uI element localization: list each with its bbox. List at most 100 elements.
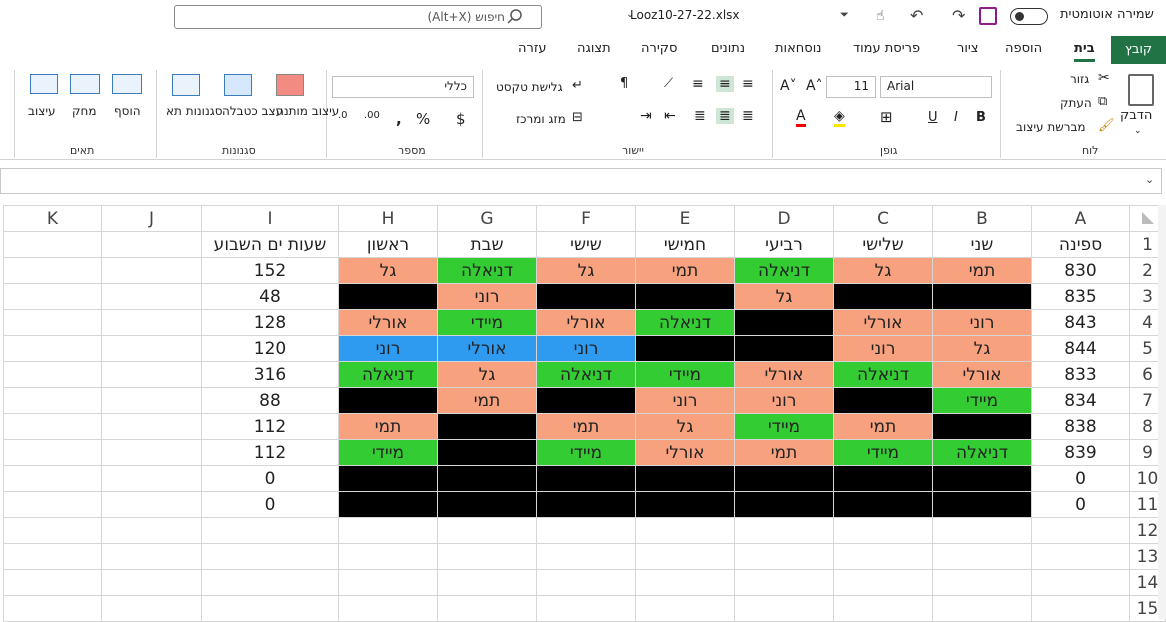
cell-b5[interactable]: גל xyxy=(932,335,1032,362)
paste-button[interactable]: הדבק xyxy=(1120,108,1152,123)
font-size-select[interactable]: 11 xyxy=(826,76,876,98)
cell-i4[interactable]: 128 xyxy=(201,309,339,336)
cell-e9[interactable]: אורלי xyxy=(635,439,735,466)
cell-h13[interactable] xyxy=(338,543,438,570)
cell-g13[interactable] xyxy=(437,543,537,570)
cell-b13[interactable] xyxy=(932,543,1032,570)
cell-j9[interactable] xyxy=(101,439,202,466)
align-center-icon[interactable]: ≣ xyxy=(716,108,734,124)
format-cells-icon[interactable] xyxy=(30,74,58,94)
cell-g14[interactable] xyxy=(437,569,537,596)
merge-icon[interactable]: ⊟ xyxy=(572,110,583,125)
cell-h6[interactable]: דניאלה xyxy=(338,361,438,388)
cell-a6[interactable]: 833 xyxy=(1031,361,1130,388)
increase-decimal-icon[interactable]: .00 xyxy=(364,110,380,121)
tab-file[interactable]: קובץ xyxy=(1111,36,1166,64)
merge-center-button[interactable]: מזג ומרכז xyxy=(516,112,566,126)
copy-icon[interactable]: ⧉ xyxy=(1098,94,1107,109)
number-format-select[interactable]: כללי xyxy=(332,76,474,98)
cell-a15[interactable] xyxy=(1031,595,1130,622)
cell-c11[interactable] xyxy=(833,491,933,518)
cell-f6[interactable]: דניאלה xyxy=(536,361,636,388)
formula-bar[interactable]: ⌄ xyxy=(0,168,1162,194)
cell-e11[interactable] xyxy=(635,491,735,518)
cell-k3[interactable] xyxy=(3,283,102,310)
tab-insert[interactable]: הוספה xyxy=(1005,41,1042,56)
cell-g5[interactable]: אורלי xyxy=(437,335,537,362)
tab-help[interactable]: עזרה xyxy=(518,41,546,56)
cell-e1[interactable]: חמישי xyxy=(635,231,735,258)
increase-font-icon[interactable]: A˄ xyxy=(806,78,823,94)
autosave-toggle[interactable] xyxy=(1010,8,1048,25)
cell-k4[interactable] xyxy=(3,309,102,336)
cell-g15[interactable] xyxy=(437,595,537,622)
paste-icon[interactable] xyxy=(1128,74,1154,106)
redo-icon[interactable]: ↷ xyxy=(952,6,965,25)
cell-b1[interactable]: שני xyxy=(932,231,1032,258)
cell-b14[interactable] xyxy=(932,569,1032,596)
text-direction-icon[interactable]: ¶ xyxy=(620,76,628,91)
cell-j1[interactable] xyxy=(101,231,202,258)
cell-e5[interactable] xyxy=(635,335,735,362)
cell-a10[interactable]: 0 xyxy=(1031,465,1130,492)
cell-g8[interactable] xyxy=(437,413,537,440)
cell-a2[interactable]: 830 xyxy=(1031,257,1130,284)
column-header-i[interactable]: I xyxy=(201,205,339,232)
insert-cells-button[interactable]: הוסף xyxy=(114,104,141,118)
cell-g6[interactable]: גל xyxy=(437,361,537,388)
cell-k9[interactable] xyxy=(3,439,102,466)
cell-e6[interactable]: מיידי xyxy=(635,361,735,388)
cell-i3[interactable]: 48 xyxy=(201,283,339,310)
tab-home[interactable]: בית xyxy=(1074,41,1095,62)
undo-icon[interactable]: ↶ xyxy=(910,6,923,25)
cell-h11[interactable] xyxy=(338,491,438,518)
expand-formula-icon[interactable]: ⌄ xyxy=(1145,173,1154,186)
align-left-icon[interactable]: ≣ xyxy=(694,108,706,124)
cell-c2[interactable]: גל xyxy=(833,257,933,284)
cell-d2[interactable]: דניאלה xyxy=(734,257,834,284)
cell-d1[interactable]: רביעי xyxy=(734,231,834,258)
cell-j6[interactable] xyxy=(101,361,202,388)
cell-g1[interactable]: שבת xyxy=(437,231,537,258)
cell-i6[interactable]: 316 xyxy=(201,361,339,388)
cell-c4[interactable]: אורלי xyxy=(833,309,933,336)
cell-j4[interactable] xyxy=(101,309,202,336)
underline-icon[interactable]: U xyxy=(928,110,938,125)
cell-f8[interactable]: תמי xyxy=(536,413,636,440)
cell-c14[interactable] xyxy=(833,569,933,596)
column-header-b[interactable]: B xyxy=(932,205,1032,232)
cut-button[interactable]: גזור xyxy=(1070,72,1089,86)
cell-j12[interactable] xyxy=(101,517,202,544)
outdent-icon[interactable]: ⇤ xyxy=(664,108,676,124)
cell-styles-button[interactable]: סגנונות תא xyxy=(166,104,223,118)
cell-d4[interactable] xyxy=(734,309,834,336)
cell-c12[interactable] xyxy=(833,517,933,544)
font-name-select[interactable]: Arial xyxy=(880,76,992,98)
cell-styles-icon[interactable] xyxy=(172,74,200,96)
cell-j3[interactable] xyxy=(101,283,202,310)
cell-g9[interactable] xyxy=(437,439,537,466)
cell-e7[interactable]: רוני xyxy=(635,387,735,414)
cell-i14[interactable] xyxy=(201,569,339,596)
cell-a1[interactable]: ספינה xyxy=(1031,231,1130,258)
cell-c8[interactable]: תמי xyxy=(833,413,933,440)
column-header-d[interactable]: D xyxy=(734,205,834,232)
cell-b2[interactable]: תמי xyxy=(932,257,1032,284)
cell-c13[interactable] xyxy=(833,543,933,570)
cell-c10[interactable] xyxy=(833,465,933,492)
indent-icon[interactable]: ⇥ xyxy=(640,108,652,124)
cell-k13[interactable] xyxy=(3,543,102,570)
cell-h3[interactable] xyxy=(338,283,438,310)
cell-f12[interactable] xyxy=(536,517,636,544)
wrap-text-icon[interactable]: ↵ xyxy=(572,78,583,93)
align-right-icon[interactable]: ≣ xyxy=(742,108,754,124)
cell-d10[interactable] xyxy=(734,465,834,492)
cell-e4[interactable]: דניאלה xyxy=(635,309,735,336)
column-header-c[interactable]: C xyxy=(833,205,933,232)
cell-g10[interactable] xyxy=(437,465,537,492)
cell-a14[interactable] xyxy=(1031,569,1130,596)
cell-h9[interactable]: מיידי xyxy=(338,439,438,466)
column-header-g[interactable]: G xyxy=(437,205,537,232)
cell-i13[interactable] xyxy=(201,543,339,570)
cell-a9[interactable]: 839 xyxy=(1031,439,1130,466)
